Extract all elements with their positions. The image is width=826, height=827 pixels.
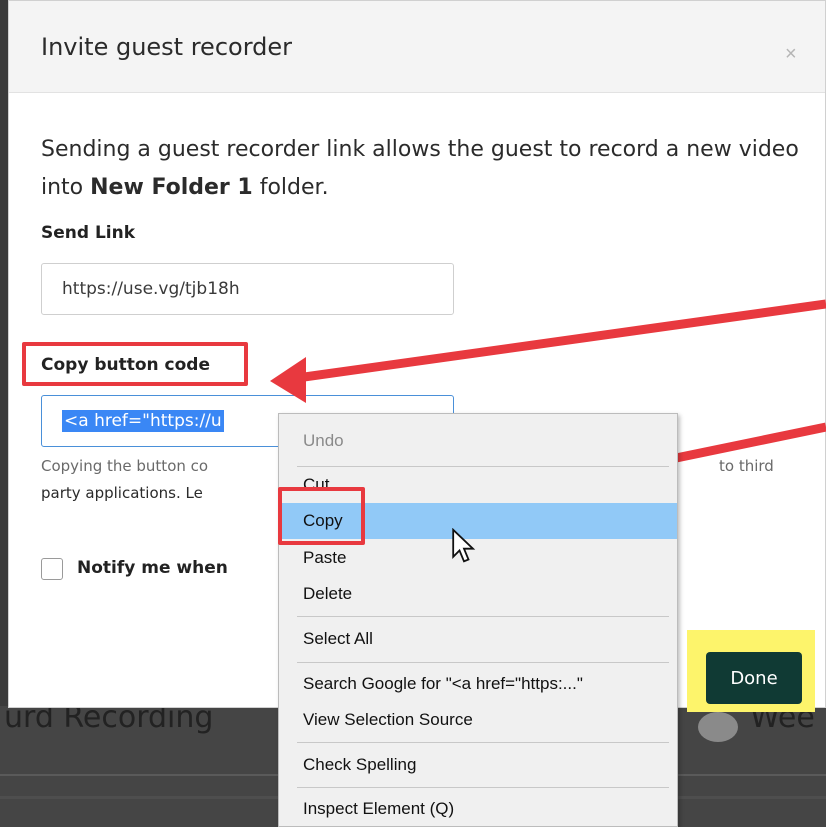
helper-third-text: to third [719, 457, 774, 475]
menu-item-undo[interactable]: Undo [279, 423, 677, 459]
send-link-field[interactable]: https://use.vg/tjb18h [41, 263, 454, 315]
modal-title: Invite guest recorder [41, 33, 293, 61]
notify-label: Notify me when [77, 558, 228, 578]
menu-item-inspect-element[interactable]: Inspect Element (Q) [279, 791, 677, 827]
send-link-label: Send Link [41, 223, 136, 243]
close-icon[interactable]: × [785, 43, 797, 66]
menu-item-check-spelling[interactable]: Check Spelling [279, 747, 677, 783]
menu-item-select-all[interactable]: Select All [279, 621, 677, 657]
description-text-end: folder. [252, 175, 329, 200]
modal-description: Sending a guest recorder link allows the… [41, 131, 801, 207]
annotation-box-copy-menu [278, 487, 365, 545]
menu-item-paste[interactable]: Paste [279, 540, 677, 576]
folder-name: New Folder 1 [90, 175, 253, 200]
modal-header: Invite guest recorder × [9, 1, 825, 93]
notify-checkbox[interactable] [41, 558, 63, 580]
menu-separator [297, 787, 669, 788]
menu-separator [297, 616, 669, 617]
annotation-box-copy-code [22, 342, 248, 386]
mouse-pointer-icon [452, 528, 476, 563]
send-link-value: https://use.vg/tjb18h [62, 279, 240, 299]
context-menu: Undo Cut Copy Paste Delete Select All Se… [278, 413, 678, 827]
selected-code-text: <a href="https://u [62, 410, 224, 432]
background-avatar [698, 712, 738, 742]
menu-separator [297, 742, 669, 743]
menu-separator [297, 662, 669, 663]
done-button[interactable]: Done [706, 652, 802, 704]
menu-item-delete[interactable]: Delete [279, 576, 677, 612]
menu-item-search-google[interactable]: Search Google for "<a href="https:..." [279, 666, 677, 702]
menu-item-view-selection-source[interactable]: View Selection Source [279, 702, 677, 738]
